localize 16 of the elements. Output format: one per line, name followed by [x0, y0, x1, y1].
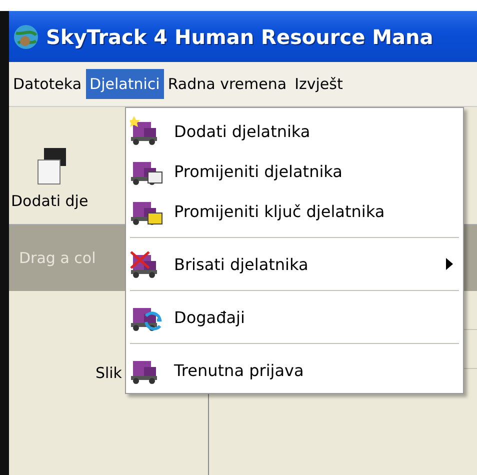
- group-by-hint: Drag a col: [19, 249, 96, 267]
- menu-option[interactable]: Događaji: [126, 297, 463, 337]
- menu-item[interactable]: Izvješt: [290, 69, 347, 99]
- toolbar-button[interactable]: Dodati dje: [11, 192, 88, 210]
- menu-item[interactable]: Djelatnici: [86, 69, 164, 99]
- menu-item[interactable]: Datoteka: [9, 69, 86, 99]
- menu-option[interactable]: Brisati djelatnika: [126, 244, 463, 284]
- window-title: SkyTrack 4 Human Resource Mana: [46, 24, 434, 48]
- column-header: Slik: [95, 364, 122, 382]
- menu-item[interactable]: Radna vremena: [164, 69, 291, 99]
- menu-option[interactable]: Trenutna prijava: [126, 350, 463, 390]
- menu-option[interactable]: Promijeniti djelatnika: [126, 151, 463, 191]
- menu-option[interactable]: Dodati djelatnika: [126, 111, 463, 151]
- menu-option[interactable]: Promijeniti ključ djelatnika: [126, 191, 463, 231]
- submenu-arrow-icon: [446, 258, 453, 270]
- globe-icon: [12, 22, 40, 50]
